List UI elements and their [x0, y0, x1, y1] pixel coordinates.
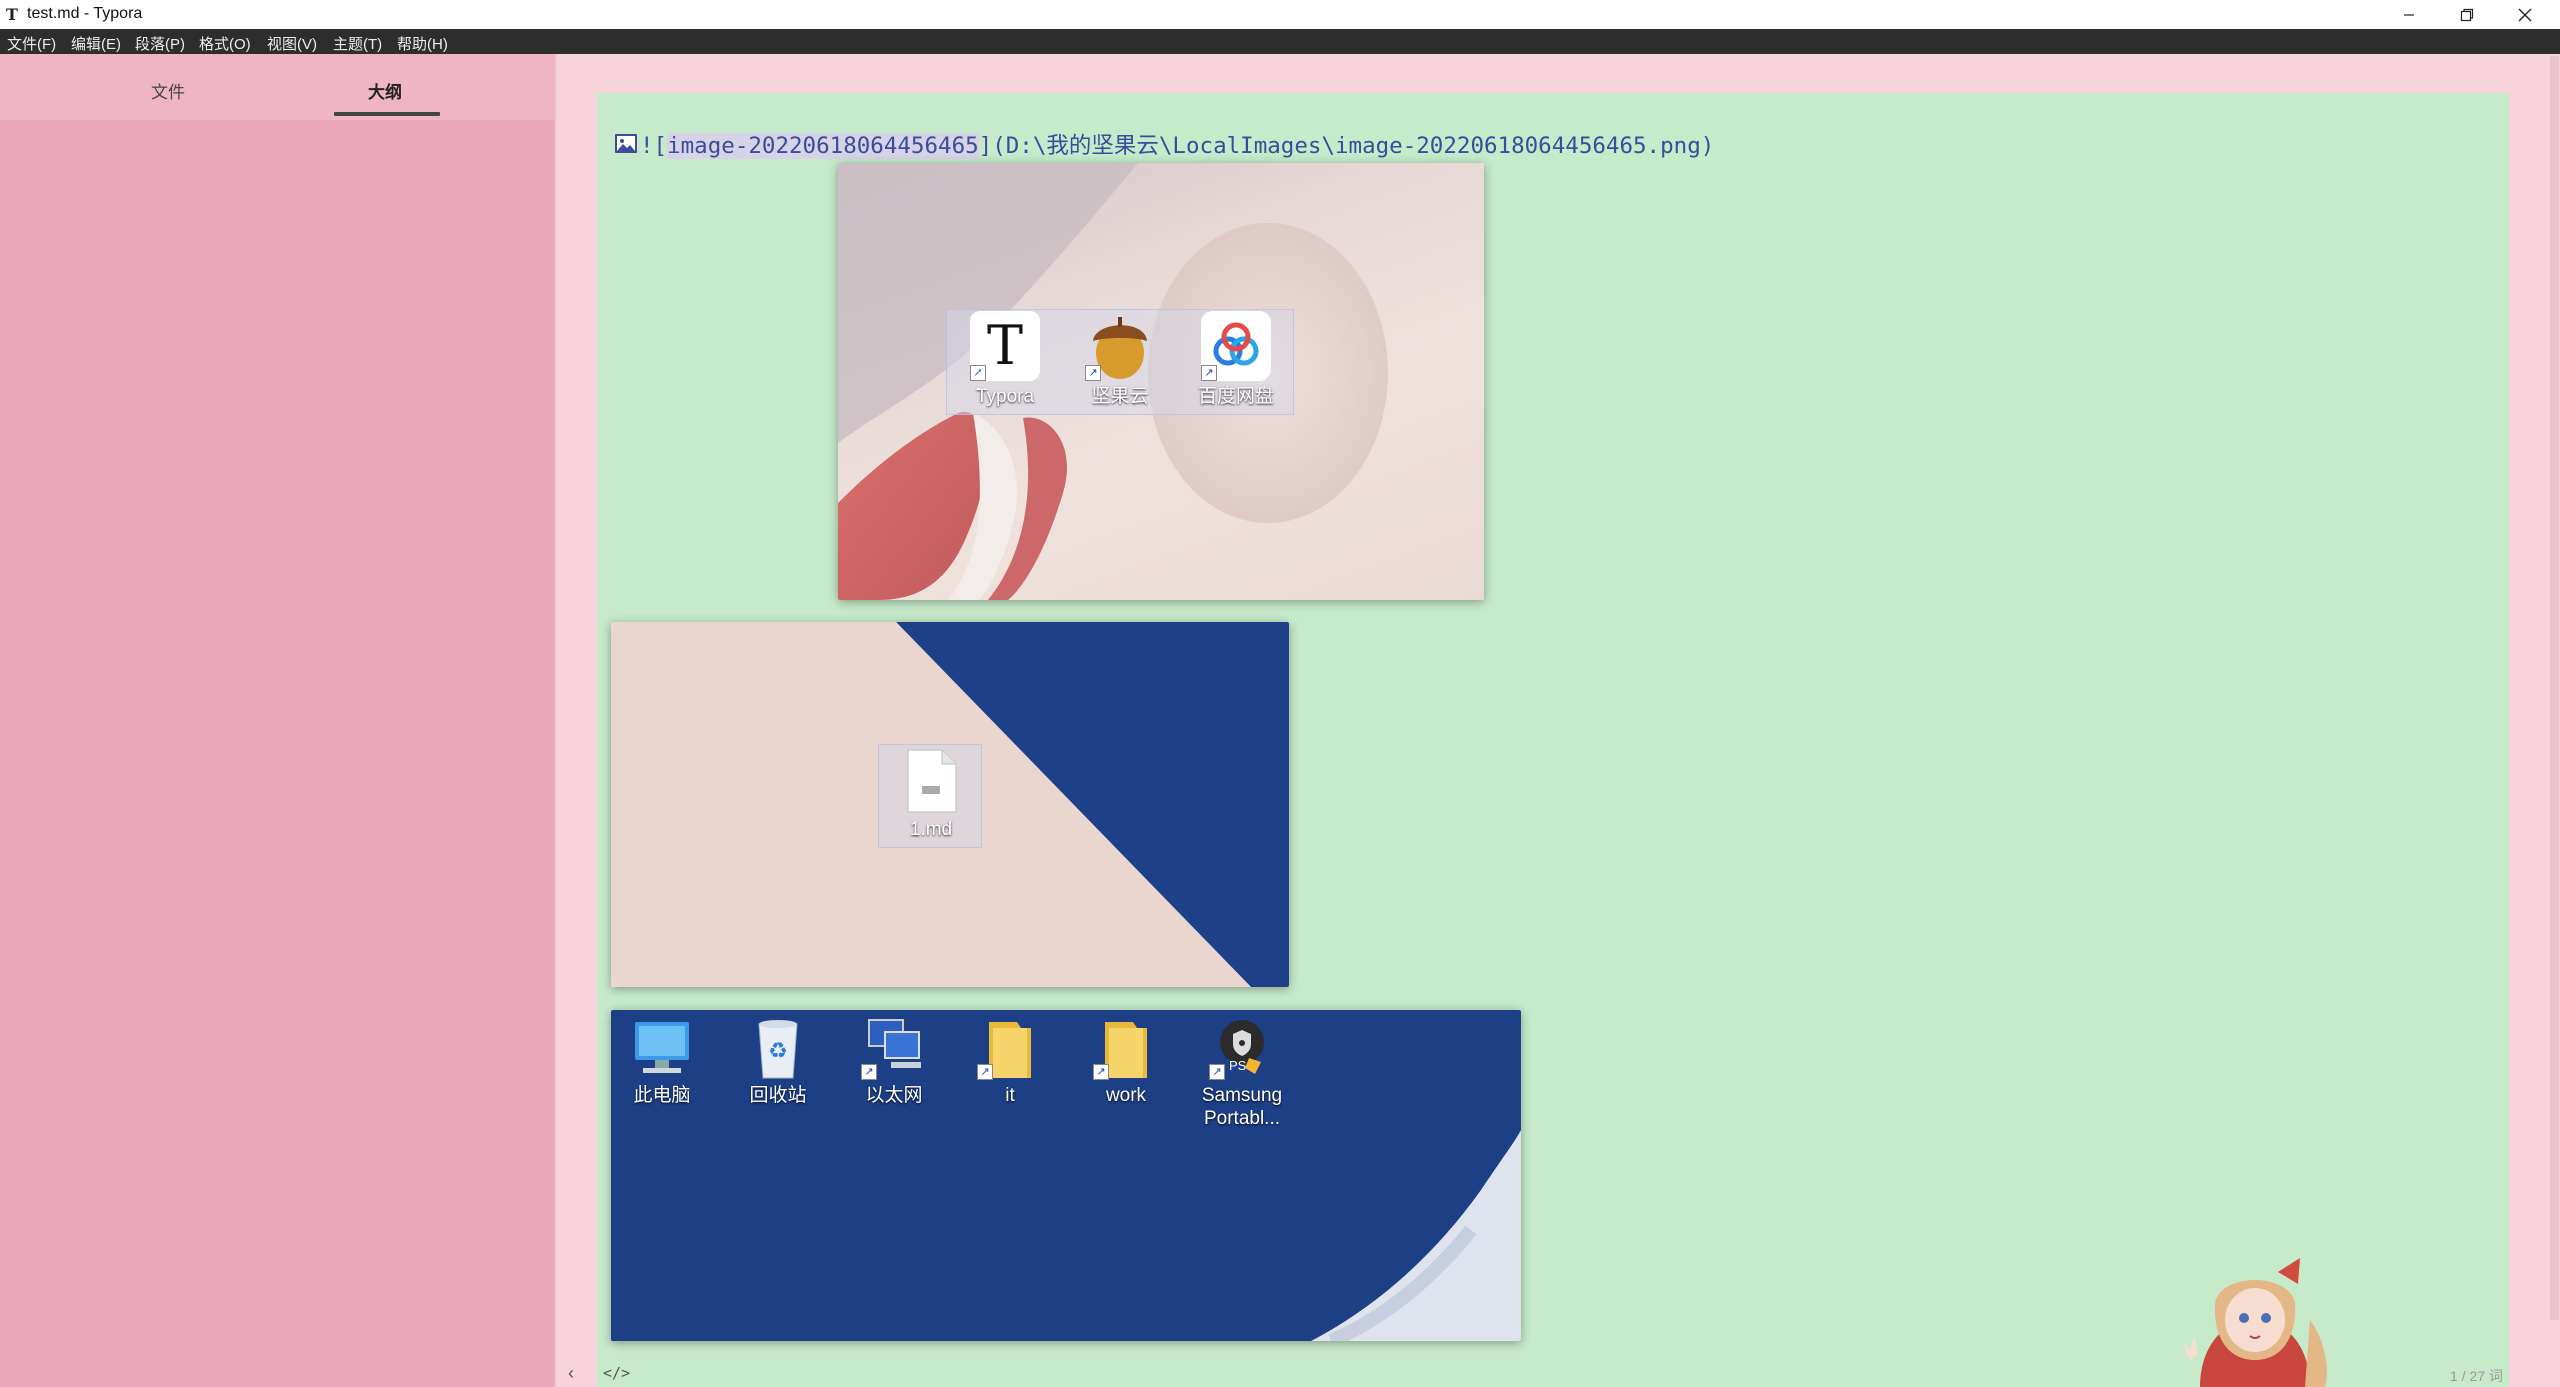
shortcut-arrow-icon: ↗: [970, 365, 986, 381]
window-title: test.md - Typora: [27, 5, 143, 22]
desktop-icon-label: Samsung Portabl...: [1201, 1085, 1283, 1129]
menu-format[interactable]: 格式(O): [199, 33, 251, 54]
menu-bar: 文件(F) 编辑(E) 段落(P) 格式(O) 视图(V) 主题(T) 帮助(H…: [0, 29, 2560, 54]
desktop-icon-label: 以太网: [865, 1085, 923, 1106]
embedded-image-3[interactable]: 此电脑 ♻ 回收站 ↗ 以太网 ↗ it ↗ work PS ↗ Samsung…: [611, 1010, 1521, 1341]
desktop-icon-recycle-bin[interactable]: ♻ 回收站: [728, 1018, 828, 1107]
desktop-icon-typora[interactable]: T ↗ Typora: [955, 311, 1055, 408]
md-middle: ](: [978, 133, 1006, 159]
desktop-icon-label: it: [1005, 1085, 1015, 1106]
desktop-icon-label: 坚果云: [1091, 386, 1149, 407]
md-prefix: ![: [640, 133, 668, 159]
desktop-icon-label: 回收站: [749, 1085, 807, 1106]
shortcut-arrow-icon: ↗: [1085, 365, 1101, 381]
shortcut-arrow-icon: ↗: [1093, 1064, 1109, 1080]
embedded-image-2[interactable]: 1.md: [611, 622, 1289, 987]
folder-icon: ↗: [1093, 1018, 1159, 1080]
desktop-icon-1md[interactable]: 1.md: [881, 748, 981, 841]
typora-window: T test.md - Typora 文件(F) 编辑(E) 段落(P) 格式(…: [0, 0, 2560, 1387]
desktop-icon-samsung-portable[interactable]: PS ↗ Samsung Portabl...: [1192, 1018, 1292, 1130]
svg-text:♻: ♻: [768, 1038, 788, 1063]
desktop-icon-baidu-netdisk[interactable]: ↗ 百度网盘: [1186, 311, 1286, 408]
baidu-netdisk-icon: ↗: [1201, 311, 1271, 381]
svg-text:PS: PS: [1229, 1058, 1247, 1073]
desktop-icon-work[interactable]: ↗ work: [1076, 1018, 1176, 1107]
menu-edit[interactable]: 编辑(E): [71, 33, 121, 54]
menu-paragraph[interactable]: 段落(P): [135, 33, 185, 54]
md-suffix: ): [1700, 133, 1715, 159]
embedded-image-1[interactable]: T ↗ Typora ↗ 坚果云 ↗ 百度网盘: [838, 163, 1484, 600]
image-markdown-source[interactable]: ![image-20220618064456465](D:\我的坚果云\Loca…: [640, 128, 1714, 160]
typora-icon: T ↗: [970, 311, 1040, 381]
toggle-sidebar-button[interactable]: ‹: [568, 1363, 574, 1384]
restore-icon: [2460, 8, 2474, 21]
title-bar: T test.md - Typora: [0, 0, 2560, 29]
desktop-icon-label: 1.md: [909, 819, 953, 840]
desktop-icon-label: 此电脑: [633, 1085, 691, 1106]
desktop-icon-ethernet[interactable]: ↗ 以太网: [844, 1018, 944, 1107]
minimize-button[interactable]: [2380, 0, 2438, 29]
sidebar-tabs: 文件 大纲: [0, 54, 556, 120]
sidebar: 文件 大纲: [0, 54, 556, 1387]
shortcut-arrow-icon: ↗: [977, 1064, 993, 1080]
source-code-mode-button[interactable]: </>: [603, 1364, 630, 1382]
desktop-icon-jianguoyun[interactable]: ↗ 坚果云: [1070, 311, 1170, 408]
anime-mascot-image: [2182, 1258, 2327, 1387]
recycle-bin-icon: ♻: [745, 1018, 811, 1080]
network-icon: ↗: [861, 1018, 927, 1080]
menu-theme[interactable]: 主题(T): [333, 33, 382, 54]
menu-help[interactable]: 帮助(H): [397, 33, 448, 54]
image-icon: [615, 134, 637, 153]
close-button[interactable]: [2496, 0, 2554, 29]
active-tab-indicator: [334, 112, 440, 116]
desktop-icon-label: work: [1105, 1085, 1147, 1106]
tab-outline[interactable]: 大纲: [368, 78, 402, 103]
minimize-icon: [2404, 13, 2414, 16]
menu-view[interactable]: 视图(V): [267, 33, 317, 54]
image-alt-text[interactable]: image-20220618064456465: [667, 133, 979, 159]
desktop-icon-it[interactable]: ↗ it: [960, 1018, 1060, 1107]
restore-button[interactable]: [2438, 0, 2496, 29]
shortcut-arrow-icon: ↗: [1201, 365, 1217, 381]
tab-files[interactable]: 文件: [151, 78, 185, 103]
sidebar-divider[interactable]: [555, 54, 557, 1387]
acorn-icon: ↗: [1085, 311, 1155, 381]
desktop-icon-this-pc[interactable]: 此电脑: [612, 1018, 712, 1107]
markdown-file-icon: [904, 748, 958, 814]
folder-icon: ↗: [977, 1018, 1043, 1080]
scrollbar-thumb[interactable]: [2550, 56, 2559, 1320]
shortcut-arrow-icon: ↗: [861, 1064, 877, 1080]
typora-app-icon: T: [6, 5, 18, 24]
computer-icon: [629, 1018, 695, 1080]
menu-file[interactable]: 文件(F): [7, 33, 56, 54]
image-path[interactable]: D:\我的坚果云\LocalImages\image-2022061806445…: [1006, 133, 1701, 159]
word-count[interactable]: 1 / 27 词: [2450, 1366, 2503, 1386]
desktop-icon-label: 百度网盘: [1197, 386, 1274, 407]
close-icon: [2518, 8, 2532, 21]
samsung-portable-ssd-icon: PS ↗: [1209, 1018, 1275, 1080]
shortcut-arrow-icon: ↗: [1209, 1064, 1225, 1080]
desktop-icon-label: Typora: [975, 386, 1035, 407]
